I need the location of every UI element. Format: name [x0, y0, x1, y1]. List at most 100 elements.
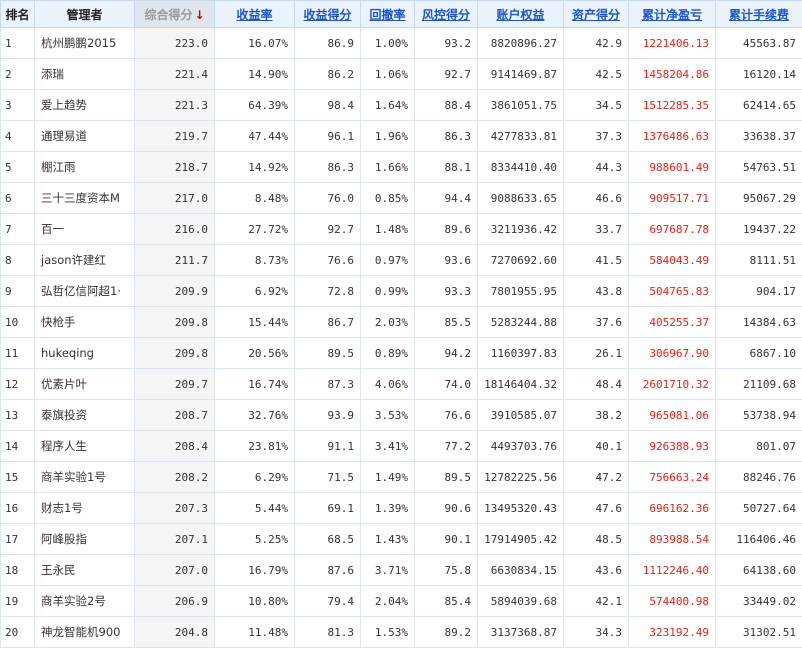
rank-cell: 5 — [0, 151, 35, 183]
asset-score-cell: 48.4 — [563, 368, 629, 400]
risk-score-cell: 89.5 — [414, 461, 478, 493]
composite-score-cell: 209.9 — [134, 275, 215, 307]
header-composite-score-label: 综合得分 — [144, 7, 193, 22]
table-row: 9 弘哲亿信阿超1· 209.9 6.92% 72.8 0.99% 93.3 7801955.… — [0, 275, 802, 307]
risk-score-cell: 93.2 — [414, 27, 478, 59]
fees-cell: 33449.02 — [715, 585, 802, 617]
manager-cell: 快枪手 — [34, 306, 135, 338]
risk-score-cell: 93.3 — [414, 275, 478, 307]
manager-cell: jason许建红 — [34, 244, 135, 276]
table-row: 3 爱上趋势 221.3 64.39% 98.4 1.64% 88.4 3861051.75 3… — [0, 89, 802, 121]
equity-cell: 9141469.87 — [477, 58, 564, 90]
manager-cell: 优素片叶 — [34, 368, 135, 400]
rank-cell: 12 — [0, 368, 35, 400]
manager-cell: hukeqing — [34, 337, 135, 369]
rank-cell: 17 — [0, 523, 35, 555]
drawdown-cell: 2.03% — [360, 306, 415, 338]
manager-cell: 程序人生 — [34, 430, 135, 462]
equity-cell: 18146404.32 — [477, 368, 564, 400]
header-drawdown[interactable]: 回撤率 — [360, 0, 415, 28]
net-pnl-cell: 306967.90 — [628, 337, 716, 369]
composite-score-cell: 218.7 — [134, 151, 215, 183]
fees-cell: 54763.51 — [715, 151, 802, 183]
header-row: 排名 管理者 综合得分 ↓ 收益率 收益得分 回撤率 风控得分 账户权益 资产得分… — [0, 0, 802, 28]
table-row: 11 hukeqing 209.8 20.56% 89.5 0.89% 94.2 116039… — [0, 337, 802, 369]
return-score-cell: 76.6 — [294, 244, 361, 276]
table-row: 14 程序人生 208.4 23.81% 91.1 3.41% 77.2 4493703.76… — [0, 430, 802, 462]
drawdown-cell: 1.53% — [360, 616, 415, 648]
header-equity[interactable]: 账户权益 — [477, 0, 564, 28]
equity-cell: 3861051.75 — [477, 89, 564, 121]
return-rate-cell: 14.92% — [214, 151, 295, 183]
drawdown-cell: 1.48% — [360, 213, 415, 245]
risk-score-cell: 89.6 — [414, 213, 478, 245]
rank-cell: 16 — [0, 492, 35, 524]
net-pnl-cell: 1512285.35 — [628, 89, 716, 121]
net-pnl-cell: 2601710.32 — [628, 368, 716, 400]
drawdown-cell: 0.89% — [360, 337, 415, 369]
rank-cell: 19 — [0, 585, 35, 617]
drawdown-cell: 0.85% — [360, 182, 415, 214]
header-return-score[interactable]: 收益得分 — [294, 0, 361, 28]
fees-cell: 45563.87 — [715, 27, 802, 59]
return-rate-cell: 8.73% — [214, 244, 295, 276]
equity-cell: 3910585.07 — [477, 399, 564, 431]
composite-score-cell: 209.7 — [134, 368, 215, 400]
rank-cell: 3 — [0, 89, 35, 121]
risk-score-cell: 77.2 — [414, 430, 478, 462]
fees-cell: 21109.68 — [715, 368, 802, 400]
rank-cell: 10 — [0, 306, 35, 338]
drawdown-cell: 0.97% — [360, 244, 415, 276]
return-score-cell: 71.5 — [294, 461, 361, 493]
ranking-table: 排名 管理者 综合得分 ↓ 收益率 收益得分 回撤率 风控得分 账户权益 资产得分… — [0, 0, 802, 648]
return-score-cell: 98.4 — [294, 89, 361, 121]
drawdown-cell: 1.49% — [360, 461, 415, 493]
manager-cell: 王永民 — [34, 554, 135, 586]
return-score-cell: 86.2 — [294, 58, 361, 90]
fees-cell: 95067.29 — [715, 182, 802, 214]
asset-score-cell: 44.3 — [563, 151, 629, 183]
drawdown-cell: 0.99% — [360, 275, 415, 307]
net-pnl-cell: 584043.49 — [628, 244, 716, 276]
net-pnl-cell: 697687.78 — [628, 213, 716, 245]
rank-cell: 15 — [0, 461, 35, 493]
header-composite-score[interactable]: 综合得分 ↓ — [134, 0, 215, 28]
risk-score-cell: 86.3 — [414, 120, 478, 152]
drawdown-cell: 4.06% — [360, 368, 415, 400]
risk-score-cell: 74.0 — [414, 368, 478, 400]
risk-score-cell: 75.8 — [414, 554, 478, 586]
asset-score-cell: 47.2 — [563, 461, 629, 493]
return-rate-cell: 32.76% — [214, 399, 295, 431]
manager-cell: 泰旗投资 — [34, 399, 135, 431]
header-asset-score[interactable]: 资产得分 — [563, 0, 629, 28]
net-pnl-cell: 504765.83 — [628, 275, 716, 307]
composite-score-cell: 216.0 — [134, 213, 215, 245]
return-rate-cell: 16.79% — [214, 554, 295, 586]
fees-cell: 62414.65 — [715, 89, 802, 121]
net-pnl-cell: 405255.37 — [628, 306, 716, 338]
rank-cell: 8 — [0, 244, 35, 276]
asset-score-cell: 40.1 — [563, 430, 629, 462]
header-fees[interactable]: 累计手续费 — [715, 0, 802, 28]
return-score-cell: 87.3 — [294, 368, 361, 400]
table-row: 6 三十三度资本M 217.0 8.48% 76.0 0.85% 94.4 9088633.6… — [0, 182, 802, 214]
composite-score-cell: 207.1 — [134, 523, 215, 555]
equity-cell: 8334410.40 — [477, 151, 564, 183]
return-score-cell: 92.7 — [294, 213, 361, 245]
manager-cell: 爱上趋势 — [34, 89, 135, 121]
table-row: 20 神龙智能机900 204.8 11.48% 81.3 1.53% 89.2 313736… — [0, 616, 802, 648]
return-score-cell: 68.5 — [294, 523, 361, 555]
net-pnl-cell: 1376486.63 — [628, 120, 716, 152]
return-rate-cell: 20.56% — [214, 337, 295, 369]
risk-score-cell: 76.6 — [414, 399, 478, 431]
sort-desc-icon: ↓ — [194, 7, 205, 22]
header-return-rate[interactable]: 收益率 — [214, 0, 295, 28]
equity-cell: 7270692.60 — [477, 244, 564, 276]
header-net-pnl[interactable]: 累计净盈亏 — [628, 0, 716, 28]
net-pnl-cell: 323192.49 — [628, 616, 716, 648]
fees-cell: 16120.14 — [715, 58, 802, 90]
equity-cell: 17914905.42 — [477, 523, 564, 555]
rank-cell: 9 — [0, 275, 35, 307]
header-risk-score[interactable]: 风控得分 — [414, 0, 478, 28]
fees-cell: 19437.22 — [715, 213, 802, 245]
